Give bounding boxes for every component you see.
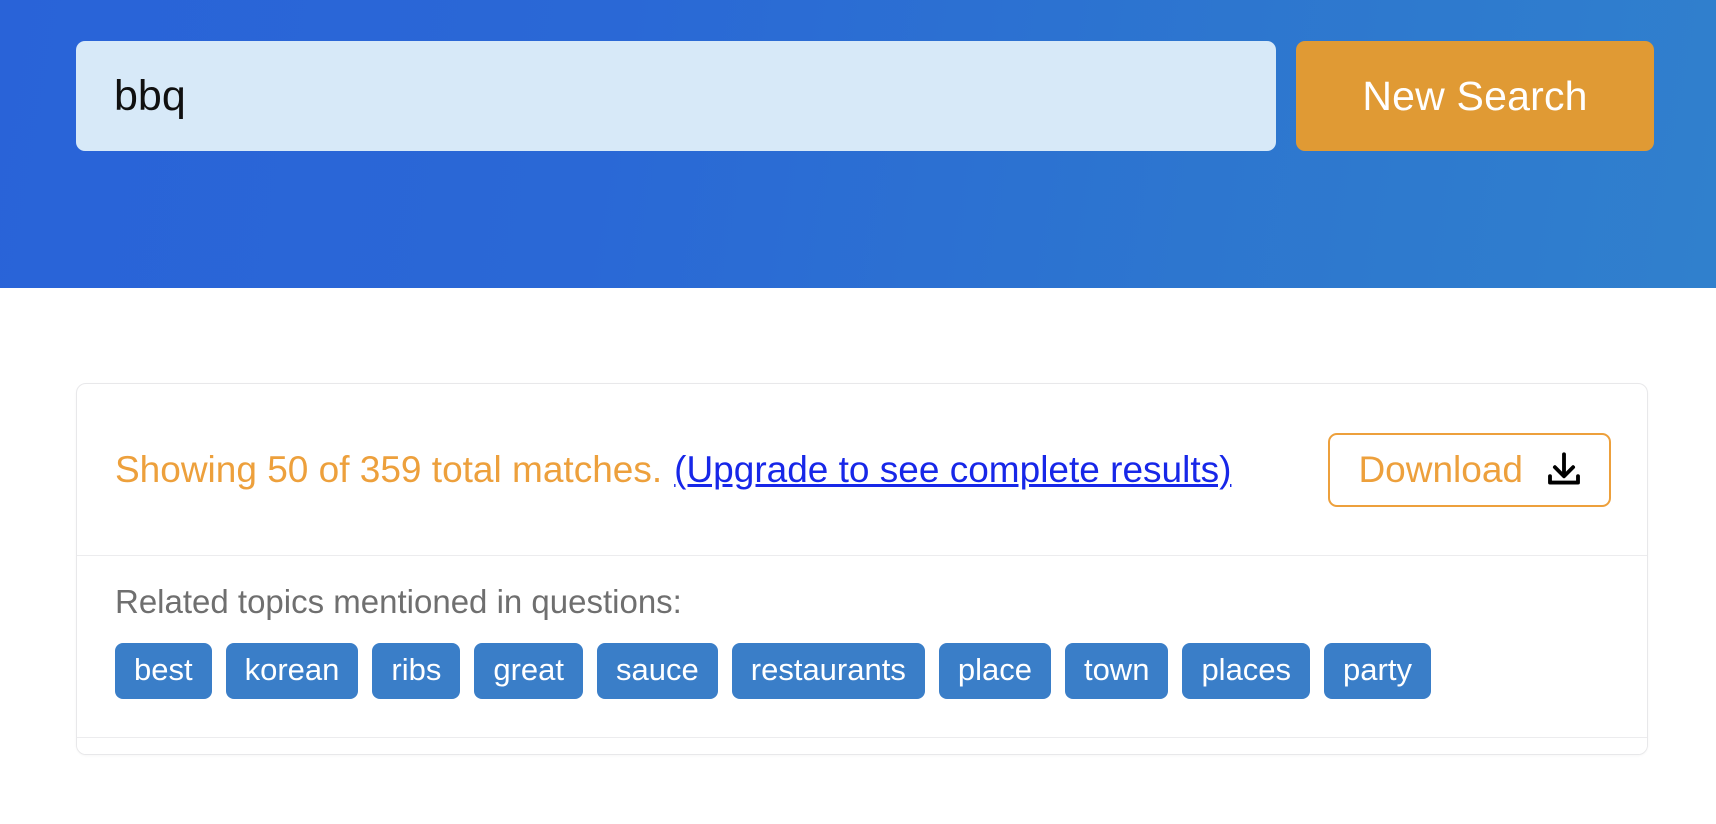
related-topics-tag-list: best korean ribs great sauce restaurants place…	[115, 643, 1485, 699]
download-button[interactable]: Download	[1328, 432, 1611, 507]
topic-tag[interactable]: best	[115, 643, 212, 699]
results-summary-row: Showing 50 of 359 total matches. (Upgrad…	[77, 384, 1647, 556]
topic-tag[interactable]: town	[1064, 643, 1169, 699]
topic-tag[interactable]: places	[1182, 643, 1311, 699]
topic-tag[interactable]: sauce	[597, 643, 718, 699]
topic-tag[interactable]: restaurants	[731, 643, 925, 699]
topic-tag[interactable]: korean	[225, 643, 359, 699]
download-button-label: Download	[1358, 448, 1523, 490]
search-row: New Search	[76, 41, 1654, 151]
new-search-button[interactable]: New Search	[1296, 41, 1654, 151]
topic-tag[interactable]: great	[474, 643, 584, 699]
card-footer-strip	[77, 737, 1647, 754]
topic-tag[interactable]: party	[1324, 643, 1431, 699]
topic-tag[interactable]: place	[938, 643, 1051, 699]
matches-summary: Showing 50 of 359 total matches. (Upgrad…	[115, 449, 1231, 491]
related-topics-heading: Related topics mentioned in questions:	[115, 583, 682, 620]
upgrade-link[interactable]: (Upgrade to see complete results)	[674, 449, 1231, 491]
related-topics-section: Related topics mentioned in questions: b…	[77, 556, 1647, 738]
app-header: New Search	[0, 0, 1716, 288]
search-input[interactable]	[76, 41, 1276, 151]
matches-count-text: Showing 50 of 359 total matches.	[115, 448, 663, 490]
topic-tag[interactable]: ribs	[372, 643, 461, 699]
results-card: Showing 50 of 359 total matches. (Upgrad…	[76, 383, 1648, 755]
download-icon	[1543, 449, 1585, 491]
